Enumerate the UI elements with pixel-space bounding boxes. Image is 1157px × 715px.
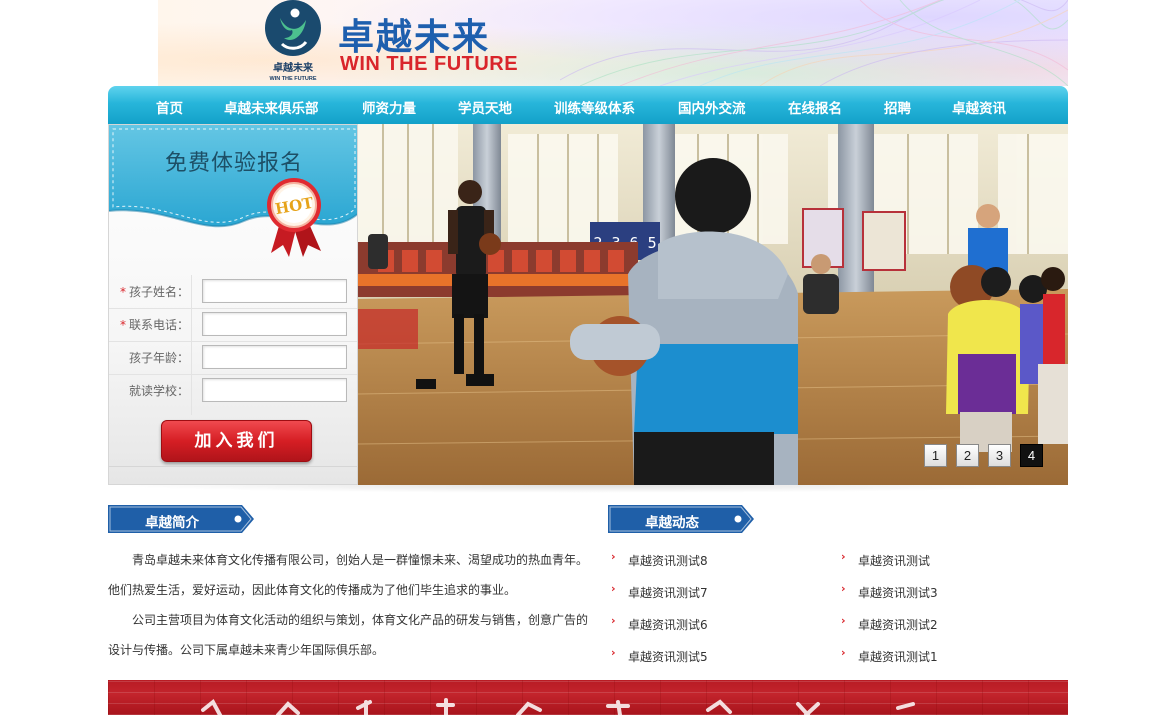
nav-item-students[interactable]: 学员天地 (458, 97, 512, 117)
news-link[interactable]: 卓越资讯测试3 (858, 584, 938, 601)
intro-paragraph: 青岛卓越未来体育文化传播有限公司，创始人是一群憧憬未来、渴望成功的热血青年。他们… (108, 553, 589, 597)
brand-name-en: WIN THE FUTURE (340, 53, 519, 75)
news-bullet-icon: › (611, 550, 616, 563)
child-name-label: * 孩子姓名： (119, 285, 189, 299)
required-mark: * (119, 318, 126, 332)
form-row-phone: * 联系电话： (109, 308, 357, 341)
slide-page-2[interactable]: 2 (956, 444, 979, 467)
required-mark: * (119, 285, 126, 299)
news-bullet-icon: › (841, 582, 846, 595)
footer-brush-strokes (201, 698, 915, 715)
site-header: 卓越未来 WIN THE FUTURE 卓越未来 WIN THE FUTURE (0, 0, 1157, 86)
news-link[interactable]: 卓越资讯测试2 (858, 616, 938, 633)
free-trial-signup-panel: 免费体验报名 HOT * 孩子姓名： * 联系电话： 孩子年龄： 就读学校： 加入我… (108, 124, 358, 485)
basketball-training-photo: 2 3 6 5 (358, 124, 1068, 485)
nav-item-news[interactable]: 卓越资讯 (952, 97, 1006, 117)
nav-item-teachers[interactable]: 师资力量 (362, 97, 416, 117)
news-bullet-icon: › (841, 550, 846, 563)
news-bullet-icon: › (841, 646, 846, 659)
news-link[interactable]: 卓越资讯测试7 (628, 584, 708, 601)
slide-page-1[interactable]: 1 (924, 444, 947, 467)
nav-item-club[interactable]: 卓越未来俱乐部 (224, 97, 319, 117)
join-us-button[interactable]: 加入我们 (161, 420, 312, 462)
logo-mark-en: WIN THE FUTURE (269, 76, 316, 82)
hot-badge-icon: HOT (267, 178, 321, 257)
news-bullet-icon: › (611, 614, 616, 627)
nav-item-jobs[interactable]: 招聘 (884, 97, 911, 117)
main-nav: 首页 卓越未来俱乐部 师资力量 学员天地 训练等级体系 国内外交流 在线报名 招… (108, 86, 1068, 124)
news-section-title: 卓越动态 (645, 515, 699, 531)
slide-page-3[interactable]: 3 (988, 444, 1011, 467)
news-link[interactable]: 卓越资讯测试1 (858, 648, 938, 665)
intro-section-title: 卓越简介 (145, 515, 199, 531)
form-row-child-age: 孩子年龄： (109, 341, 357, 374)
school-label: 就读学校： (128, 384, 189, 398)
news-link[interactable]: 卓越资讯测试6 (628, 616, 708, 633)
form-row-child-name: * 孩子姓名： (109, 275, 357, 308)
news-bullet-icon: › (611, 646, 616, 659)
content-shadow (108, 485, 1068, 493)
brand-logo-icon[interactable]: 卓越未来 WIN THE FUTURE (262, 0, 324, 82)
nav-item-online-signup[interactable]: 在线报名 (788, 97, 842, 117)
phone-input[interactable] (202, 312, 347, 336)
school-input[interactable] (202, 378, 347, 402)
phone-label: * 联系电话： (119, 318, 189, 332)
logo-mark-cn: 卓越未来 (273, 61, 314, 74)
company-intro: 青岛卓越未来体育文化传播有限公司，创始人是一群憧憬未来、渴望成功的热血青年。他们… (108, 545, 592, 665)
nav-item-home[interactable]: 首页 (156, 97, 183, 117)
hero-slideshow[interactable]: 2 3 6 5 (358, 124, 1068, 485)
footer-banner (108, 680, 1068, 715)
child-name-input[interactable] (202, 279, 347, 303)
slide-page-4-active[interactable]: 4 (1020, 444, 1043, 467)
child-age-input[interactable] (202, 345, 347, 369)
form-bottom-divider (109, 466, 357, 467)
news-bullet-icon: › (841, 614, 846, 627)
news-link[interactable]: 卓越资讯测试 (858, 552, 930, 569)
news-link[interactable]: 卓越资讯测试5 (628, 648, 708, 665)
intro-paragraph: 公司主营项目为体育文化活动的组织与策划，体育文化产品的研发与销售，创意广告的设计… (108, 613, 589, 657)
form-row-school: 就读学校： (109, 374, 357, 407)
header-swirl-decoration (560, 0, 1068, 86)
nav-item-exchange[interactable]: 国内外交流 (678, 97, 746, 117)
nav-item-training-levels[interactable]: 训练等级体系 (554, 97, 635, 117)
news-link[interactable]: 卓越资讯测试8 (628, 552, 708, 569)
news-bullet-icon: › (611, 582, 616, 595)
child-age-label: 孩子年龄： (128, 351, 189, 365)
signup-title: 免费体验报名 (164, 151, 303, 176)
